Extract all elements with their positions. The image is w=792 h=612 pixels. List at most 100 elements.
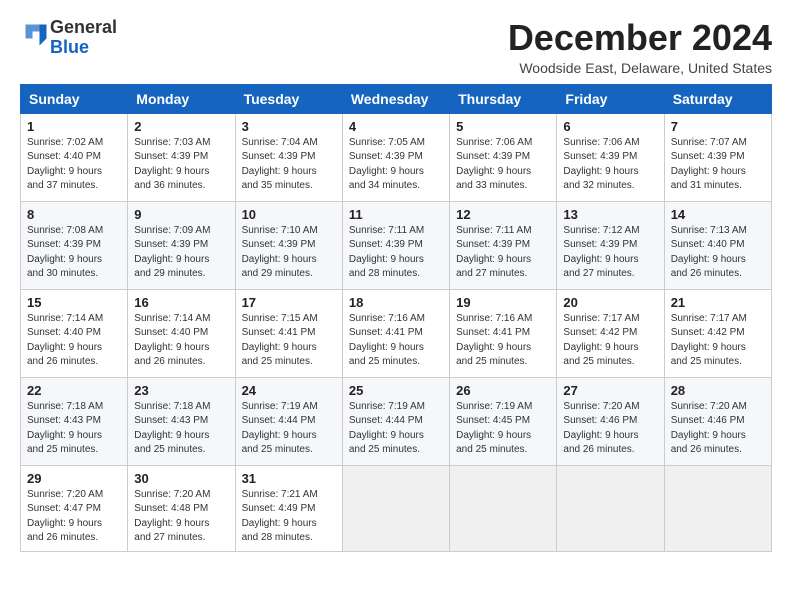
day-number: 28 [671,383,765,398]
table-row [342,465,449,551]
day-number: 10 [242,207,336,222]
table-row: 29 Sunrise: 7:20 AM Sunset: 4:47 PM Dayli… [21,465,128,551]
day-info: Sunrise: 7:03 AM Sunset: 4:39 PM Dayligh… [134,136,228,194]
day-number: 27 [563,383,657,398]
col-friday: Friday [557,84,664,113]
logo-blue: Blue [50,37,89,57]
logo: General Blue [20,18,117,58]
table-row: 16Sunrise: 7:14 AM Sunset: 4:40 PM Dayli… [128,289,235,377]
table-row: 18 Sunrise: 7:16 AM Sunset: 4:41 PM Dayli… [342,289,449,377]
table-row: 8 Sunrise: 7:08 AM Sunset: 4:39 PM Daylig… [21,201,128,289]
table-row: 2 Sunrise: 7:03 AM Sunset: 4:39 PM Daylig… [128,113,235,201]
day-info: Sunrise: 7:19 AM Sunset: 4:45 PM Dayligh… [456,400,550,458]
location: Woodside East, Delaware, United States [508,60,772,76]
day-number: 12 [456,207,550,222]
table-row: 25 Sunrise: 7:19 AM Sunset: 4:44 PM Dayli… [342,377,449,465]
day-info: Sunrise: 7:10 AM Sunset: 4:39 PM Dayligh… [242,224,336,282]
day-number: 2 [134,119,228,134]
logo-icon [22,21,50,49]
day-number: 29 [27,471,121,486]
col-sunday: Sunday [21,84,128,113]
day-info: Sunrise: 7:19 AM Sunset: 4:44 PM Dayligh… [349,400,443,458]
table-row: 30Sunrise: 7:20 AM Sunset: 4:48 PM Dayli… [128,465,235,551]
day-number: 20 [563,295,657,310]
day-number: 25 [349,383,443,398]
day-number: 15 [27,295,121,310]
table-row: 11 Sunrise: 7:11 AM Sunset: 4:39 PM Dayli… [342,201,449,289]
day-number: 18 [349,295,443,310]
day-info: Sunrise: 7:16 AM Sunset: 4:41 PM Dayligh… [349,312,443,370]
day-info: Sunrise: 7:02 AM Sunset: 4:40 PM Dayligh… [27,136,121,194]
table-row: 17 Sunrise: 7:15 AM Sunset: 4:41 PM Dayli… [235,289,342,377]
table-row: 23 Sunrise: 7:18 AM Sunset: 4:43 PM Dayli… [128,377,235,465]
table-row: 1 Sunrise: 7:02 AM Sunset: 4:40 PM Daylig… [21,113,128,201]
day-info: Sunrise: 7:18 AM Sunset: 4:43 PM Dayligh… [134,400,228,458]
table-row [557,465,664,551]
table-row: 20Sunrise: 7:17 AM Sunset: 4:42 PM Dayli… [557,289,664,377]
day-info: Sunrise: 7:20 AM Sunset: 4:47 PM Dayligh… [27,488,121,546]
table-row: 5Sunrise: 7:06 AM Sunset: 4:39 PM Daylig… [450,113,557,201]
table-row: 10 Sunrise: 7:10 AM Sunset: 4:39 PM Dayli… [235,201,342,289]
table-row: 7 Sunrise: 7:07 AM Sunset: 4:39 PM Daylig… [664,113,771,201]
month-title: December 2024 [508,18,772,58]
day-number: 26 [456,383,550,398]
table-row: 22 Sunrise: 7:18 AM Sunset: 4:43 PM Dayli… [21,377,128,465]
day-number: 7 [671,119,765,134]
day-info: Sunrise: 7:04 AM Sunset: 4:39 PM Dayligh… [242,136,336,194]
day-number: 6 [563,119,657,134]
col-tuesday: Tuesday [235,84,342,113]
day-number: 13 [563,207,657,222]
day-info: Sunrise: 7:07 AM Sunset: 4:39 PM Dayligh… [671,136,765,194]
day-number: 3 [242,119,336,134]
day-info: Sunrise: 7:20 AM Sunset: 4:46 PM Dayligh… [671,400,765,458]
day-info: Sunrise: 7:17 AM Sunset: 4:42 PM Dayligh… [671,312,765,370]
day-number: 14 [671,207,765,222]
day-info: Sunrise: 7:11 AM Sunset: 4:39 PM Dayligh… [456,224,550,282]
day-number: 9 [134,207,228,222]
day-number: 31 [242,471,336,486]
table-row: 6Sunrise: 7:06 AM Sunset: 4:39 PM Daylig… [557,113,664,201]
day-number: 17 [242,295,336,310]
day-info: Sunrise: 7:16 AM Sunset: 4:41 PM Dayligh… [456,312,550,370]
table-row: 13Sunrise: 7:12 AM Sunset: 4:39 PM Dayli… [557,201,664,289]
day-number: 24 [242,383,336,398]
day-number: 21 [671,295,765,310]
table-row: 19 Sunrise: 7:16 AM Sunset: 4:41 PM Dayli… [450,289,557,377]
table-row: 9Sunrise: 7:09 AM Sunset: 4:39 PM Daylig… [128,201,235,289]
col-wednesday: Wednesday [342,84,449,113]
header: General Blue December 2024 Woodside East… [20,18,772,76]
table-row [664,465,771,551]
day-info: Sunrise: 7:21 AM Sunset: 4:49 PM Dayligh… [242,488,336,546]
day-info: Sunrise: 7:05 AM Sunset: 4:39 PM Dayligh… [349,136,443,194]
day-number: 23 [134,383,228,398]
table-row: 14 Sunrise: 7:13 AM Sunset: 4:40 PM Dayli… [664,201,771,289]
day-number: 30 [134,471,228,486]
day-number: 11 [349,207,443,222]
day-info: Sunrise: 7:14 AM Sunset: 4:40 PM Dayligh… [27,312,121,370]
col-monday: Monday [128,84,235,113]
calendar: Sunday Monday Tuesday Wednesday Thursday… [20,84,772,552]
day-number: 8 [27,207,121,222]
day-info: Sunrise: 7:06 AM Sunset: 4:39 PM Dayligh… [456,136,550,194]
day-info: Sunrise: 7:13 AM Sunset: 4:40 PM Dayligh… [671,224,765,282]
day-number: 1 [27,119,121,134]
table-row: 27Sunrise: 7:20 AM Sunset: 4:46 PM Dayli… [557,377,664,465]
day-info: Sunrise: 7:08 AM Sunset: 4:39 PM Dayligh… [27,224,121,282]
day-number: 16 [134,295,228,310]
title-block: December 2024 Woodside East, Delaware, U… [508,18,772,76]
day-info: Sunrise: 7:19 AM Sunset: 4:44 PM Dayligh… [242,400,336,458]
table-row: 31 Sunrise: 7:21 AM Sunset: 4:49 PM Dayli… [235,465,342,551]
col-saturday: Saturday [664,84,771,113]
table-row: 15 Sunrise: 7:14 AM Sunset: 4:40 PM Dayli… [21,289,128,377]
table-row: 4 Sunrise: 7:05 AM Sunset: 4:39 PM Daylig… [342,113,449,201]
table-row: 21 Sunrise: 7:17 AM Sunset: 4:42 PM Dayli… [664,289,771,377]
day-number: 19 [456,295,550,310]
day-number: 22 [27,383,121,398]
page: General Blue December 2024 Woodside East… [0,0,792,562]
day-info: Sunrise: 7:11 AM Sunset: 4:39 PM Dayligh… [349,224,443,282]
day-info: Sunrise: 7:18 AM Sunset: 4:43 PM Dayligh… [27,400,121,458]
table-row: 24 Sunrise: 7:19 AM Sunset: 4:44 PM Dayli… [235,377,342,465]
table-row: 26 Sunrise: 7:19 AM Sunset: 4:45 PM Dayli… [450,377,557,465]
day-number: 4 [349,119,443,134]
day-info: Sunrise: 7:15 AM Sunset: 4:41 PM Dayligh… [242,312,336,370]
